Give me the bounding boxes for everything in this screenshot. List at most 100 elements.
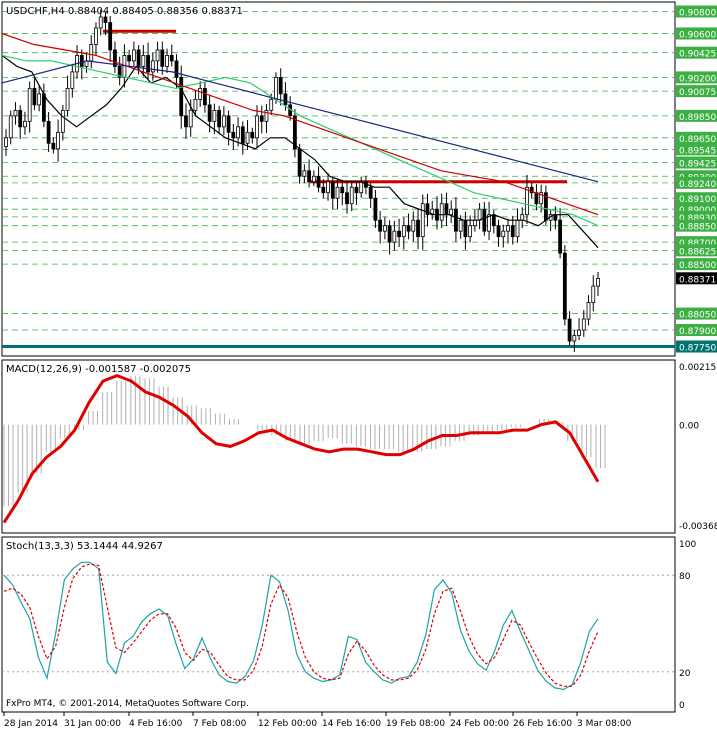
candle-body bbox=[13, 109, 18, 117]
time-tick-label: 26 Feb 16:00 bbox=[513, 719, 572, 729]
candle-body bbox=[70, 71, 75, 89]
candle-body bbox=[240, 126, 245, 144]
stoch-header: Stoch(13,3,3) 53.1444 44.9267 bbox=[6, 541, 163, 552]
time-tick-label: 14 Feb 16:00 bbox=[322, 719, 381, 729]
candle-body bbox=[37, 93, 42, 106]
candle-body bbox=[226, 115, 231, 133]
candle-body bbox=[255, 115, 259, 139]
candle-body bbox=[501, 230, 506, 238]
candle-body bbox=[463, 219, 468, 238]
candle-body bbox=[340, 186, 345, 194]
candle-body bbox=[212, 109, 217, 122]
time-tick-label: 3 Mar 08:00 bbox=[577, 719, 632, 729]
candle-body bbox=[572, 335, 577, 342]
stoch-axis-label: 0 bbox=[679, 701, 685, 711]
candle-body bbox=[32, 87, 37, 106]
candle-body bbox=[174, 60, 179, 78]
candle-body bbox=[283, 93, 288, 106]
candle-body bbox=[349, 186, 354, 205]
chart-canvas: 0.90800 0.90600 0.90425 0.90200 0.90075 0.898… bbox=[0, 0, 717, 730]
time-tick-label: 12 Feb 00:00 bbox=[258, 719, 317, 729]
candle-body bbox=[454, 208, 458, 232]
candle-body bbox=[397, 230, 401, 238]
price-label: 0.88050 bbox=[679, 311, 716, 321]
candle-body bbox=[581, 318, 586, 331]
candle-body bbox=[553, 214, 558, 221]
price-label: 0.88500 bbox=[679, 261, 716, 271]
candle-body bbox=[416, 219, 420, 238]
candle-body bbox=[8, 115, 13, 139]
candle-body bbox=[577, 329, 581, 336]
candle-body bbox=[207, 104, 212, 122]
candle-body bbox=[302, 170, 307, 177]
candle-body bbox=[326, 181, 330, 194]
candle-body bbox=[23, 120, 27, 128]
candle-body bbox=[378, 219, 383, 232]
macd-axis-label: -0.003688 bbox=[679, 522, 717, 532]
candle-body bbox=[155, 49, 160, 62]
current-price-label: 0.88371 bbox=[679, 275, 716, 285]
candle-body bbox=[259, 115, 264, 122]
candle-body bbox=[193, 98, 198, 111]
candle-body bbox=[60, 109, 65, 133]
candle-body bbox=[496, 225, 501, 238]
candle-body bbox=[472, 219, 477, 227]
price-label: 0.90200 bbox=[679, 74, 716, 84]
candle-body bbox=[330, 181, 335, 199]
candle-body bbox=[411, 219, 416, 232]
candle-body bbox=[567, 318, 572, 342]
macd-axis-label: 0.00 bbox=[679, 422, 699, 432]
candle-body bbox=[27, 87, 32, 122]
candle-body bbox=[482, 208, 487, 232]
time-tick-label: 24 Feb 00:00 bbox=[450, 719, 509, 729]
candle-body bbox=[562, 252, 567, 320]
candle-body bbox=[439, 203, 444, 221]
macd-header: MACD(12,26,9) -0.001587 -0.002075 bbox=[6, 364, 191, 375]
candle-body bbox=[89, 44, 94, 62]
price-label: 0.88850 bbox=[679, 223, 716, 233]
price-label: 0.89425 bbox=[679, 160, 716, 170]
candle-body bbox=[307, 170, 312, 183]
candle-body bbox=[401, 225, 406, 238]
candle-body bbox=[94, 27, 98, 45]
candle-body bbox=[525, 186, 529, 216]
stoch-axis-label: 80 bbox=[679, 572, 691, 582]
price-label: 0.89240 bbox=[679, 180, 716, 190]
candle-body bbox=[150, 60, 155, 73]
candle-body bbox=[311, 175, 316, 183]
candle-body bbox=[510, 225, 515, 238]
candle-body bbox=[335, 186, 340, 199]
candle-body bbox=[345, 192, 349, 205]
price-label: 0.90800 bbox=[679, 8, 716, 18]
price-label: 0.88625 bbox=[679, 247, 716, 257]
candle-body bbox=[387, 225, 392, 243]
candle-body bbox=[520, 214, 525, 221]
candle-body bbox=[468, 225, 473, 238]
candle-body bbox=[221, 115, 226, 128]
candle-body bbox=[179, 76, 184, 117]
candle-body bbox=[41, 93, 46, 122]
time-tick-label: 4 Feb 16:00 bbox=[129, 719, 183, 729]
candle-body bbox=[491, 214, 496, 227]
candle-body bbox=[586, 302, 591, 320]
price-label: 0.90075 bbox=[679, 88, 716, 98]
candle-body bbox=[141, 55, 146, 67]
candle-body bbox=[382, 225, 387, 232]
candle-body bbox=[515, 219, 520, 238]
candle-body bbox=[127, 55, 132, 62]
candle-body bbox=[217, 109, 222, 128]
price-label: 0.90600 bbox=[679, 30, 716, 40]
stoch-axis-label: 20 bbox=[679, 669, 691, 679]
candle-body bbox=[373, 197, 378, 221]
candle-body bbox=[274, 76, 278, 100]
price-label: 0.87900 bbox=[679, 327, 716, 337]
candle-body bbox=[596, 278, 600, 287]
candle-body bbox=[278, 76, 283, 95]
candle-body bbox=[108, 22, 113, 51]
candle-body bbox=[477, 208, 482, 221]
candle-body bbox=[236, 126, 240, 139]
candle-body bbox=[18, 109, 23, 128]
candle-body bbox=[46, 120, 51, 144]
time-tick-label: 28 Jan 2014 bbox=[4, 719, 58, 729]
candle-body bbox=[368, 186, 373, 199]
